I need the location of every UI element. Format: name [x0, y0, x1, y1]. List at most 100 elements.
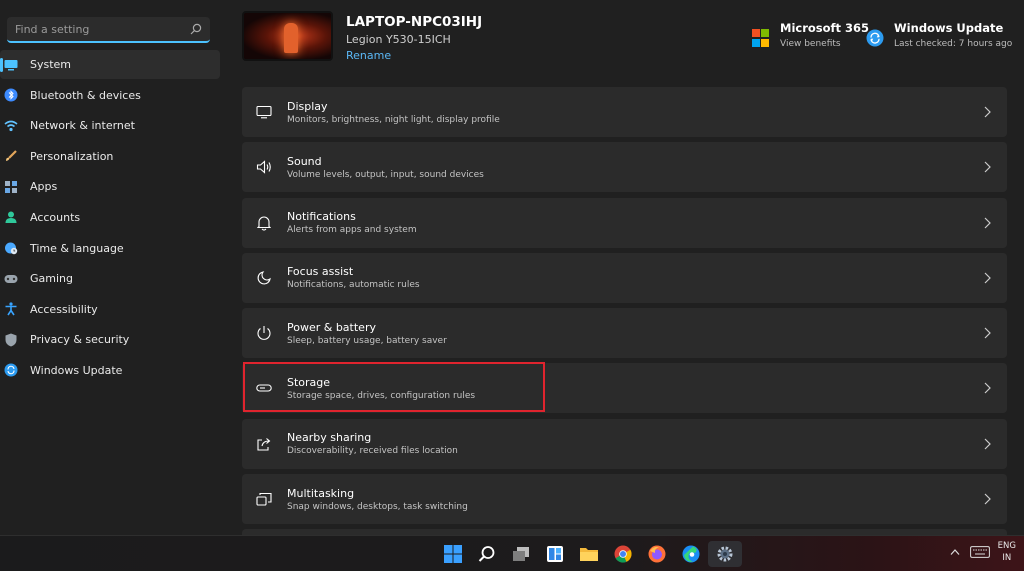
sidebar-item-label: Network & internet — [30, 119, 135, 133]
sidebar-item-bluetooth[interactable]: Bluetooth & devices — [0, 81, 220, 110]
settings-row-subtitle: Sleep, battery usage, battery saver — [287, 335, 447, 346]
windows-update-card[interactable]: Windows Update Last checked: 7 hours ago — [866, 21, 1012, 49]
settings-row-sound[interactable]: Sound Volume levels, output, input, sound… — [242, 142, 1007, 193]
windows-update-title: Windows Update — [894, 21, 1004, 35]
microsoft-365-subtitle: View benefits — [780, 39, 841, 49]
windows-update-subtitle: Last checked: 7 hours ago — [894, 39, 1013, 49]
sidebar-item-windows-update[interactable]: Windows Update — [0, 356, 220, 385]
power-icon — [255, 324, 273, 342]
keyboard-icon[interactable] — [969, 546, 990, 558]
brush-icon — [4, 149, 18, 163]
device-model: Legion Y530-15ICH — [346, 33, 451, 46]
monitor-icon — [4, 58, 18, 72]
taskbar: ENG IN — [0, 535, 1024, 571]
sidebar-item-personalization[interactable]: Personalization — [0, 142, 220, 171]
sidebar-item-label: Personalization — [30, 149, 114, 163]
update-icon — [4, 363, 18, 377]
device-name: LAPTOP-NPC03IHJ — [346, 14, 483, 30]
sidebar-item-apps[interactable]: Apps — [0, 172, 220, 201]
settings-row-subtitle: Alerts from apps and system — [287, 225, 417, 236]
search-icon[interactable] — [470, 541, 504, 567]
settings-row-subtitle: Notifications, automatic rules — [287, 280, 420, 291]
settings-row-title: Multitasking — [287, 486, 355, 500]
settings-row-display[interactable]: Display Monitors, brightness, night light… — [242, 87, 1007, 137]
settings-row-title: Storage — [287, 375, 331, 389]
shield-icon — [4, 333, 18, 347]
wifi-icon — [4, 119, 18, 133]
microsoft-365-card[interactable]: Microsoft 365 View benefits — [752, 21, 869, 49]
windows-start-icon[interactable] — [436, 541, 470, 567]
edge-icon[interactable] — [674, 541, 708, 567]
sidebar-item-network[interactable]: Network & internet — [0, 111, 220, 140]
moon-icon — [255, 269, 273, 287]
chevron-right-icon — [984, 383, 991, 394]
microsoft-365-title: Microsoft 365 — [780, 21, 870, 35]
globe-clock-icon — [4, 241, 18, 255]
sidebar-item-label: Accounts — [30, 210, 81, 224]
sidebar: System Bluetooth & devices Network & int… — [0, 0, 228, 535]
person-icon — [4, 210, 18, 224]
language-indicator[interactable]: ENG IN — [998, 540, 1016, 564]
settings-row-notifications[interactable]: Notifications Alerts from apps and system — [242, 197, 1007, 248]
settings-row-title: Notifications — [287, 210, 356, 224]
settings-row-title: Display — [287, 99, 328, 113]
settings-row-title: Power & battery — [287, 320, 376, 334]
search-icon[interactable] — [190, 23, 202, 35]
settings-gear-icon[interactable] — [708, 541, 742, 567]
settings-row-subtitle: Snap windows, desktops, task switching — [287, 501, 468, 512]
settings-row-power-battery[interactable]: Power & battery Sleep, battery usage, bat… — [242, 308, 1007, 359]
multitask-icon — [255, 490, 273, 508]
taskbar-apps — [436, 541, 742, 567]
firefox-icon[interactable] — [640, 541, 674, 567]
search-box[interactable] — [7, 17, 210, 43]
widgets-icon[interactable] — [538, 541, 572, 567]
language-code: ENG — [997, 541, 1016, 551]
chrome-icon[interactable] — [606, 541, 640, 567]
settings-row-subtitle: Monitors, brightness, night light, displ… — [287, 114, 500, 125]
sidebar-item-system[interactable]: System — [0, 50, 220, 79]
sidebar-item-time-language[interactable]: Time & language — [0, 234, 220, 263]
settings-row-multitasking[interactable]: Multitasking Snap windows, desktops, task… — [242, 474, 1007, 525]
sidebar-item-label: Apps — [30, 180, 58, 194]
bluetooth-icon — [4, 88, 18, 102]
sidebar-item-label: System — [30, 58, 72, 71]
settings-row-title: Nearby sharing — [287, 431, 372, 445]
settings-row-subtitle: Storage space, drives, configuration rul… — [287, 390, 476, 401]
sidebar-item-privacy-security[interactable]: Privacy & security — [0, 325, 220, 354]
task-view-icon[interactable] — [504, 541, 538, 567]
gamepad-icon — [4, 272, 18, 286]
sidebar-item-accounts[interactable]: Accounts — [0, 203, 220, 232]
microsoft-logo-icon — [752, 29, 770, 47]
system-tray: ENG IN — [950, 540, 1016, 564]
chevron-right-icon — [984, 272, 991, 284]
settings-row-subtitle: Volume levels, output, input, sound devi… — [287, 169, 484, 180]
chevron-right-icon — [984, 327, 991, 339]
sidebar-item-accessibility[interactable]: Accessibility — [0, 295, 220, 324]
file-explorer-icon[interactable] — [572, 541, 606, 567]
chevron-right-icon — [984, 438, 991, 450]
settings-row-title: Focus assist — [287, 265, 354, 279]
sidebar-item-label: Gaming — [30, 272, 73, 286]
bell-icon — [255, 214, 273, 232]
sidebar-item-label: Accessibility — [30, 302, 98, 316]
settings-row-subtitle: Discoverability, received files location — [287, 446, 458, 457]
display-icon — [255, 103, 273, 121]
storage-icon — [255, 379, 273, 397]
share-icon — [255, 435, 273, 453]
sidebar-item-label: Privacy & security — [30, 333, 130, 347]
search-input[interactable] — [15, 22, 190, 36]
settings-row-nearby-sharing[interactable]: Nearby sharing Discoverability, received … — [242, 418, 1007, 469]
chevron-right-icon — [984, 161, 991, 173]
settings-row-focus-assist[interactable]: Focus assist Notifications, automatic rul… — [242, 252, 1007, 303]
rename-link[interactable]: Rename — [346, 49, 391, 62]
chevron-right-icon — [984, 217, 991, 229]
sync-icon — [866, 29, 884, 47]
speaker-icon — [255, 158, 273, 176]
sidebar-nav: System Bluetooth & devices Network & int… — [0, 50, 220, 387]
device-thumbnail — [242, 11, 333, 61]
chevron-up-icon[interactable] — [950, 548, 960, 556]
sidebar-item-gaming[interactable]: Gaming — [0, 264, 220, 293]
accessibility-icon — [4, 302, 18, 316]
chevron-right-icon — [984, 493, 991, 505]
settings-row-storage[interactable]: Storage Storage space, drives, configurat… — [242, 363, 1007, 414]
